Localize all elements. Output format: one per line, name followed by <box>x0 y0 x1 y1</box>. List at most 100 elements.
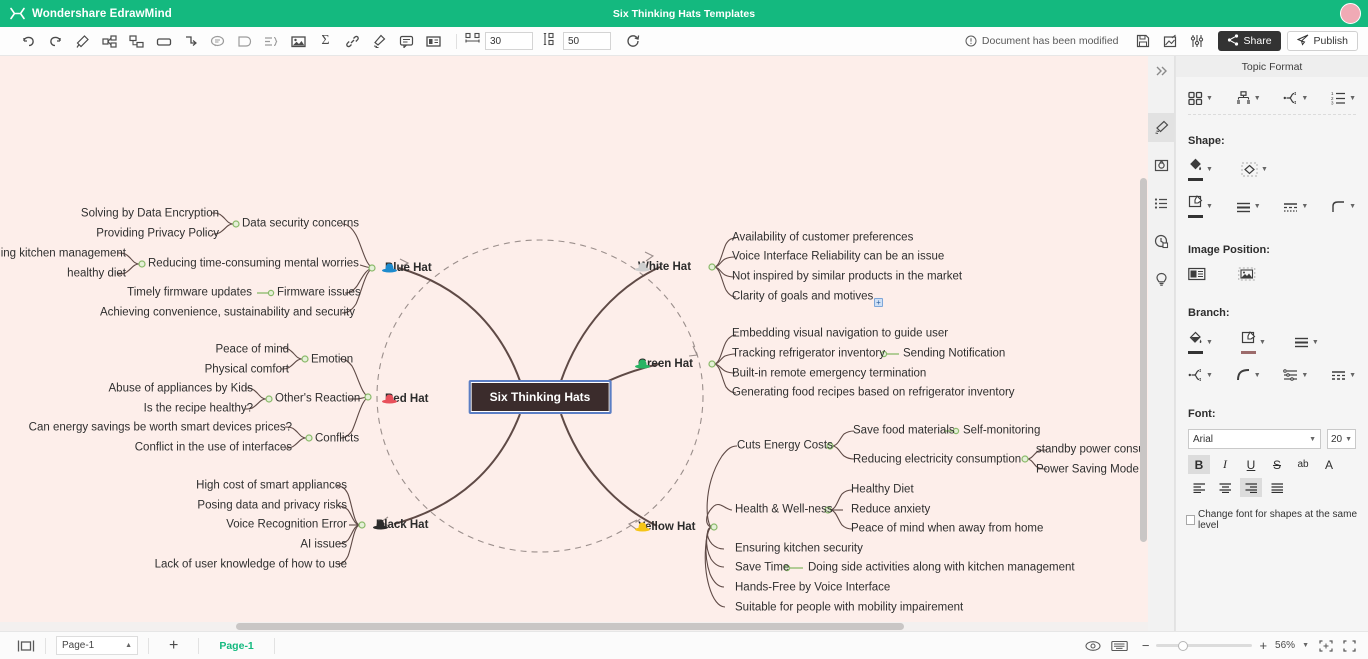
same-level-font-checkbox-row[interactable]: Change font for shapes at the same level <box>1176 509 1368 531</box>
topic-cuts-energy-costs[interactable]: Cuts Energy Costs <box>737 440 833 452</box>
topic-health-wellness[interactable]: Health & Well-ness <box>735 504 833 516</box>
page-tab-1[interactable]: Page-1 <box>209 640 263 652</box>
topic-firmware-issues[interactable]: Firmware issues <box>277 287 361 299</box>
topic-clarity-goals-motives[interactable]: Clarity of goals and motives <box>732 291 873 303</box>
canvas-vertical-scrollbar[interactable] <box>1139 56 1148 622</box>
redo-icon[interactable] <box>43 30 68 52</box>
align-center-button[interactable] <box>1214 478 1236 497</box>
border-dash-icon[interactable]: ▼ <box>1283 200 1308 214</box>
topic-abuse-of-appliances[interactable]: Abuse of appliances by Kids <box>109 383 253 395</box>
font-size-select[interactable]: 20 ▼ <box>1327 429 1356 449</box>
image-icon[interactable] <box>286 30 311 52</box>
horizontal-spacing-input[interactable] <box>485 32 533 50</box>
bold-button[interactable]: B <box>1188 455 1210 474</box>
canvas-vertical-thumb[interactable] <box>1140 178 1147 542</box>
fullscreen-icon[interactable] <box>1343 639 1356 652</box>
undo-icon[interactable] <box>16 30 41 52</box>
font-family-select[interactable]: Arial ▼ <box>1188 429 1321 449</box>
branch-fill-icon[interactable]: ▼ <box>1188 330 1213 354</box>
topic-peace-away-from-home[interactable]: Peace of mind when away from home <box>851 523 1043 535</box>
strikethrough-button[interactable]: S <box>1266 455 1288 474</box>
branch-red-hat[interactable]: Red Hat <box>381 393 428 405</box>
topic-timely-firmware-updates[interactable]: Timely firmware updates <box>127 287 252 299</box>
highlighter-icon[interactable] <box>367 30 392 52</box>
outline-list-icon[interactable] <box>1148 189 1175 218</box>
mindmap-canvas[interactable]: Six Thinking Hats Blue Hat Red Hat Black… <box>0 56 1148 631</box>
align-right-button[interactable] <box>1240 478 1262 497</box>
align-justify-button[interactable] <box>1266 478 1288 497</box>
topic-ai-issues[interactable]: AI issues <box>300 539 347 551</box>
topic-reduce-anxiety[interactable]: Reduce anxiety <box>851 504 930 516</box>
canvas-horizontal-thumb[interactable] <box>236 623 904 630</box>
add-page-button[interactable]: + <box>159 637 188 655</box>
branch-dash-icon[interactable]: ▼ <box>1331 368 1356 382</box>
callout-icon[interactable] <box>232 30 257 52</box>
border-weight-icon[interactable]: ▼ <box>1236 200 1261 214</box>
publish-button[interactable]: Publish <box>1286 31 1358 51</box>
topic-data-security-concerns[interactable]: Data security concerns <box>242 218 359 230</box>
formula-icon[interactable]: Σ <box>313 30 338 52</box>
topic-kitchen-management[interactable]: ing kitchen management <box>1 248 126 260</box>
card-icon[interactable] <box>421 30 446 52</box>
topic-is-recipe-healthy[interactable]: Is the recipe healthy? <box>144 403 253 415</box>
branch-shape-icon[interactable]: ▼ <box>1188 368 1213 382</box>
topic-posing-privacy-risks[interactable]: Posing data and privacy risks <box>197 500 347 512</box>
topic-tracking-refrigerator-inventory[interactable]: Tracking refrigerator inventory <box>732 348 885 360</box>
topic-builtin-remote-termination[interactable]: Built-in remote emergency termination <box>732 368 926 380</box>
italic-button[interactable]: I <box>1214 455 1236 474</box>
vertical-spacing-input[interactable] <box>563 32 611 50</box>
branch-curve-icon[interactable]: ▼ <box>1236 368 1261 382</box>
topic-sending-notification[interactable]: Sending Notification <box>903 348 1005 360</box>
topic-reducing-mental-worries[interactable]: Reducing time-consuming mental worries <box>148 258 359 270</box>
canvas-horizontal-scrollbar[interactable] <box>0 622 1148 631</box>
avatar[interactable] <box>1340 3 1361 24</box>
branch-color-icon[interactable]: ▼ <box>1240 330 1266 354</box>
topic-save-time[interactable]: Save Time <box>735 562 789 574</box>
image-fill-icon[interactable] <box>1238 267 1256 281</box>
branch-blue-hat[interactable]: Blue Hat <box>381 262 432 274</box>
note-icon[interactable] <box>394 30 419 52</box>
topic-embedding-visual-navigation[interactable]: Embedding visual navigation to guide use… <box>732 328 948 340</box>
history-clock-icon[interactable] <box>1148 227 1175 256</box>
page-select[interactable]: Page-1 ▲ <box>56 636 138 655</box>
underline-button[interactable]: U <box>1240 455 1262 474</box>
shape-style-icon[interactable]: ▼ <box>1241 162 1268 177</box>
topic-ensuring-kitchen-security[interactable]: Ensuring kitchen security <box>735 543 863 555</box>
topic-healthy-diet[interactable]: healthy diet <box>67 268 126 280</box>
relationship-box-icon[interactable] <box>151 30 176 52</box>
branch-yellow-hat[interactable]: Yellow Hat <box>634 521 696 533</box>
topic-self-monitoring[interactable]: Self-monitoring <box>963 425 1040 437</box>
topic-icon[interactable] <box>124 30 149 52</box>
topic-reducing-electricity[interactable]: Reducing electricity consumption <box>853 454 1021 466</box>
zoom-slider[interactable] <box>1156 640 1253 651</box>
topic-solving-by-data-encryption[interactable]: Solving by Data Encryption <box>81 208 219 220</box>
topic-save-food-materials[interactable]: Save food materials <box>853 425 955 437</box>
style-paint-icon[interactable] <box>1148 113 1175 142</box>
numbering-list-icon[interactable]: 123 ▼ <box>1331 91 1356 105</box>
topic-lack-user-knowledge[interactable]: Lack of user knowledge of how to use <box>155 559 347 571</box>
subtopic-icon[interactable] <box>97 30 122 52</box>
topic-achieving-convenience[interactable]: Achieving convenience, sustainability an… <box>100 307 355 319</box>
branch-black-hat[interactable]: Black Hat <box>372 519 428 531</box>
central-topic[interactable]: Six Thinking Hats <box>468 380 612 414</box>
topic-voice-interface-reliability[interactable]: Voice Interface Reliability can be an is… <box>732 251 944 263</box>
topic-voice-recognition-error[interactable]: Voice Recognition Error <box>226 519 347 531</box>
zoom-level[interactable]: 56% <box>1275 640 1295 651</box>
topic-not-inspired-similar-products[interactable]: Not inspired by similar products in the … <box>732 271 962 283</box>
settings-sliders-icon[interactable] <box>1185 30 1210 52</box>
presentation-eye-icon[interactable] <box>1085 640 1101 652</box>
fill-color-icon[interactable]: ▼ <box>1188 157 1213 181</box>
topic-energy-savings-worth[interactable]: Can energy savings be worth smart device… <box>29 422 292 434</box>
topic-peace-of-mind[interactable]: Peace of mind <box>215 344 289 356</box>
topic-mobility-impairment[interactable]: Suitable for people with mobility impair… <box>735 602 963 614</box>
fit-page-icon[interactable] <box>1319 639 1333 652</box>
idea-bulb-icon[interactable] <box>1148 265 1175 294</box>
text-case-button[interactable]: ab <box>1292 455 1314 474</box>
zoom-out-button[interactable]: − <box>1142 638 1150 653</box>
share-button[interactable]: Share <box>1217 31 1281 51</box>
topic-standby-power[interactable]: standby power consu <box>1036 444 1145 456</box>
collapse-panel-icon[interactable] <box>1148 56 1175 85</box>
topic-conflicts[interactable]: Conflicts <box>315 433 359 445</box>
outline-icon[interactable] <box>259 30 284 52</box>
branch-green-hat[interactable]: Green Hat <box>634 358 693 370</box>
